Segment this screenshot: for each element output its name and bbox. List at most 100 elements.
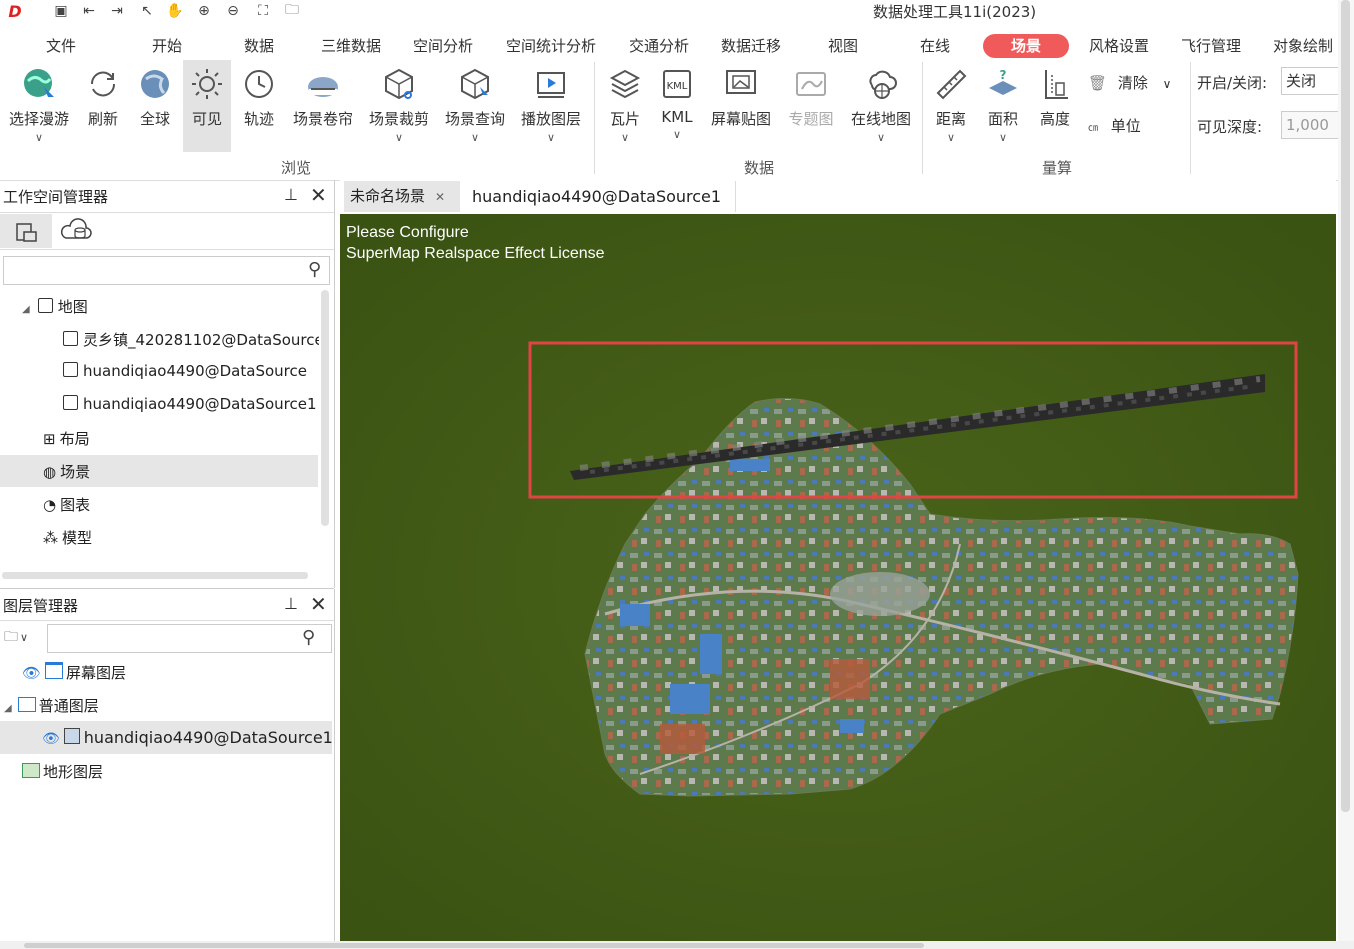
menu-draw[interactable]: 对象绘制 xyxy=(1266,34,1340,58)
map-icon xyxy=(63,395,78,410)
kml-button[interactable]: KML KML ∨ xyxy=(654,60,700,152)
pin-icon[interactable]: ⊥ xyxy=(284,185,298,204)
refresh-icon xyxy=(85,66,121,102)
workspace-search-input[interactable] xyxy=(3,256,330,285)
scene-query-button[interactable]: 场景查询 ∨ xyxy=(438,60,512,152)
workspace-title: 工作空间管理器 xyxy=(3,188,109,206)
roam-button[interactable]: 选择漫游 ∨ xyxy=(2,60,76,152)
pointer-icon[interactable]: ↖ xyxy=(138,2,156,20)
menu-3d-data[interactable]: 三维数据 xyxy=(314,34,388,58)
chevron-down-icon: ∨ xyxy=(20,631,29,644)
menu-file[interactable]: 文件 xyxy=(36,34,86,58)
menu-traffic[interactable]: 交通分析 xyxy=(622,34,696,58)
pan-hand-icon[interactable]: ✋ xyxy=(166,2,184,20)
tree-map-item[interactable]: huandiqiao4490@DataSource xyxy=(63,362,307,380)
import-icon[interactable]: ⇤ xyxy=(80,2,98,20)
menu-flight[interactable]: 飞行管理 xyxy=(1174,34,1248,58)
play-icon xyxy=(533,66,569,102)
visible-button[interactable]: 可见 xyxy=(183,60,231,152)
add-layer-dropdown[interactable]: 🗀 ∨ xyxy=(4,626,28,650)
eye-icon[interactable]: 👁 xyxy=(22,664,41,682)
menu-style[interactable]: 风格设置 xyxy=(1082,34,1156,58)
imagery-layer xyxy=(340,214,1336,941)
group-data-label: 数据 xyxy=(744,159,775,177)
divider xyxy=(0,620,334,621)
zoom-in-icon[interactable]: ⊕ xyxy=(195,2,213,20)
close-icon[interactable]: ✕ xyxy=(435,190,445,204)
menu-spatial-stats[interactable]: 空间统计分析 xyxy=(498,34,604,58)
full-extent-icon[interactable]: ⛶ xyxy=(254,2,272,20)
search-icon[interactable]: ⚲ xyxy=(302,627,315,648)
map-icon xyxy=(63,362,78,377)
tree-maps[interactable]: ◢ 地图 xyxy=(22,296,88,317)
tree-map-item[interactable]: 灵乡镇_420281102@DataSource xyxy=(63,329,319,350)
area-button[interactable]: ? 面积 ∨ xyxy=(980,60,1026,152)
workspace-tab-files[interactable] xyxy=(0,214,52,248)
title-bar: D ▣ ⇤ ⇥ ↖ ✋ ⊕ ⊖ ⛶ 🗀 数据处理工具11i(2023) xyxy=(0,0,1354,24)
group-measure-label: 量算 xyxy=(1042,159,1073,177)
distance-button[interactable]: 距离 ∨ xyxy=(928,60,974,152)
layer-normal-group[interactable]: ◢ 普通图层 xyxy=(4,695,99,716)
unit-button[interactable]: ㎝ 单位 xyxy=(1088,115,1141,136)
tree-charts[interactable]: ◔ 图表 xyxy=(43,494,90,515)
layer-search-input[interactable] xyxy=(47,624,332,653)
chevron-down-icon: ∨ xyxy=(394,131,404,144)
online-map-button[interactable]: 在线地图 ∨ xyxy=(844,60,918,152)
menu-spatial-analysis[interactable]: 空间分析 xyxy=(406,34,480,58)
ribbon-divider xyxy=(594,62,595,174)
scrollbar-thumb[interactable] xyxy=(1341,0,1350,812)
layer-panel-title: 图层管理器 xyxy=(3,597,79,615)
trash-icon: 🗑 xyxy=(1088,74,1108,92)
workspace-tab-cloud[interactable] xyxy=(56,214,100,248)
layer-normal-item[interactable]: 👁 huandiqiao4490@DataSource1 xyxy=(42,728,333,747)
tree-models[interactable]: ⁂ 模型 xyxy=(43,527,92,548)
globe-cursor-icon xyxy=(21,66,57,102)
thematic-map-button[interactable]: 专题图 xyxy=(782,60,840,152)
refresh-button[interactable]: 刷新 xyxy=(80,60,126,152)
pin-icon[interactable]: ⊥ xyxy=(284,594,298,613)
scene-swipe-button[interactable]: 场景卷帘 xyxy=(286,60,360,152)
layer-terrain[interactable]: 地形图层 xyxy=(22,761,103,782)
scene-clip-button[interactable]: 场景裁剪 ∨ xyxy=(362,60,436,152)
ribbon-divider xyxy=(922,62,923,174)
close-icon[interactable]: ✕ xyxy=(310,183,327,207)
eye-icon[interactable]: 👁 xyxy=(42,731,60,747)
save-icon[interactable]: ▣ xyxy=(52,2,70,20)
menu-view[interactable]: 视图 xyxy=(818,34,868,58)
kml-file-icon: KML xyxy=(659,66,695,102)
chevron-down-icon: ∨ xyxy=(620,131,630,144)
tree-scenes[interactable]: ◍ 场景 xyxy=(43,461,90,482)
play-layer-button[interactable]: 播放图层 ∨ xyxy=(514,60,588,152)
menu-data[interactable]: 数据 xyxy=(234,34,284,58)
tab-datasource[interactable]: huandiqiao4490@DataSource1 xyxy=(462,181,736,212)
export-icon[interactable]: ⇥ xyxy=(108,2,126,20)
global-button[interactable]: 全球 xyxy=(132,60,178,152)
tree-layouts[interactable]: ⊞ 布局 xyxy=(43,428,90,449)
workspace-files-icon xyxy=(16,223,37,242)
tile-layers-icon xyxy=(607,66,643,102)
tree-map-item[interactable]: huandiqiao4490@DataSource1 xyxy=(63,395,317,413)
close-icon[interactable]: ✕ xyxy=(310,592,327,616)
screen-image-button[interactable]: 屏幕贴图 xyxy=(704,60,778,152)
menu-start[interactable]: 开始 xyxy=(142,34,192,58)
scene-viewport[interactable]: Please Configure SuperMap Realspace Effe… xyxy=(340,214,1336,941)
image-layer-icon xyxy=(63,728,80,744)
menu-scene[interactable]: 场景 xyxy=(983,34,1069,58)
height-button[interactable]: 高度 xyxy=(1032,60,1078,152)
open-folder-icon[interactable]: 🗀 xyxy=(283,2,301,20)
layer-screen[interactable]: 👁 屏幕图层 xyxy=(22,662,126,683)
track-button[interactable]: 轨迹 xyxy=(236,60,282,152)
tab-untitled-scene[interactable]: 未命名场景 ✕ xyxy=(344,181,460,212)
tile-button[interactable]: 瓦片 ∨ xyxy=(602,60,648,152)
cube-pointer-icon xyxy=(457,66,493,102)
workspace-vertical-scrollbar[interactable] xyxy=(321,290,329,526)
menu-migration[interactable]: 数据迁移 xyxy=(714,34,788,58)
search-icon[interactable]: ⚲ xyxy=(308,259,321,280)
hscroll-thumb[interactable] xyxy=(24,943,924,948)
clear-button[interactable]: 🗑 清除 ∨ xyxy=(1088,72,1171,93)
workspace-horizontal-scrollbar[interactable] xyxy=(2,572,308,579)
zoom-out-icon[interactable]: ⊖ xyxy=(224,2,242,20)
menu-online[interactable]: 在线 xyxy=(910,34,960,58)
map-icon xyxy=(63,331,78,346)
ribbon-divider xyxy=(1190,62,1191,174)
